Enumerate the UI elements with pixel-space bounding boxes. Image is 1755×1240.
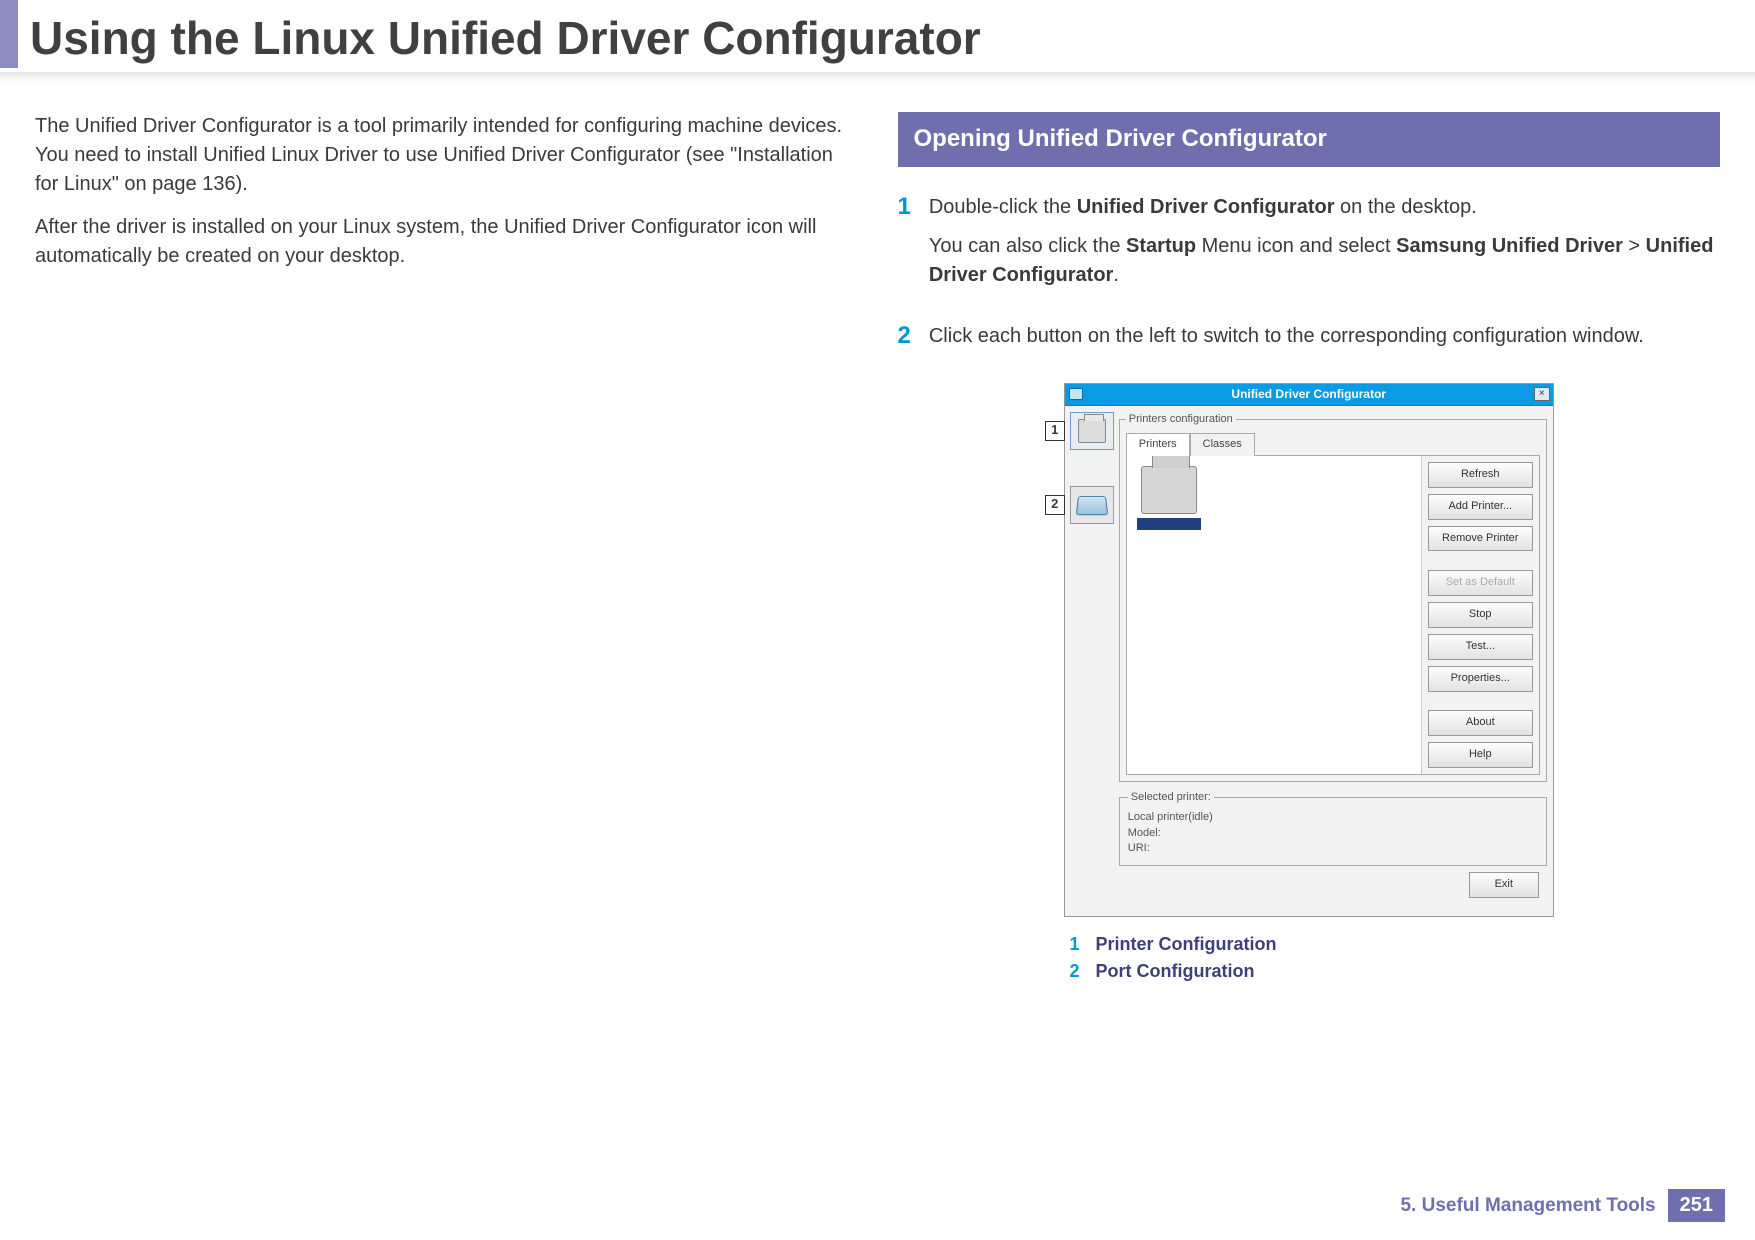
- port-icon: [1075, 496, 1108, 515]
- test-button[interactable]: Test...: [1428, 634, 1533, 660]
- fieldset-legend: Printers configuration: [1126, 412, 1236, 428]
- figure-legend: 1 Printer Configuration 2 Port Configura…: [1070, 931, 1721, 985]
- window-footer: Exit: [1119, 866, 1547, 906]
- page-number: 251: [1668, 1189, 1725, 1222]
- properties-button[interactable]: Properties...: [1428, 666, 1533, 692]
- section-header: Opening Unified Driver Configurator: [898, 112, 1721, 167]
- text: .: [1113, 264, 1119, 286]
- help-button[interactable]: Help: [1428, 742, 1533, 768]
- selected-line-2: Model:: [1128, 826, 1538, 842]
- printer-list[interactable]: [1127, 456, 1421, 774]
- stop-button[interactable]: Stop: [1428, 602, 1533, 628]
- bold-text: Startup: [1126, 235, 1196, 257]
- remove-printer-button[interactable]: Remove Printer: [1428, 526, 1533, 552]
- selected-printer-fieldset: Selected printer: Local printer(idle) Mo…: [1119, 790, 1547, 867]
- text: on the desktop.: [1335, 196, 1477, 218]
- window-title: Unified Driver Configurator: [1065, 386, 1553, 403]
- configurator-window: Unified Driver Configurator × 1 2: [1064, 383, 1554, 918]
- step-number: 1: [898, 193, 911, 300]
- printer-icon: [1078, 419, 1106, 443]
- step-body: Double-click the Unified Driver Configur…: [929, 193, 1720, 300]
- page-footer: 5. Useful Management Tools 251: [1400, 1189, 1725, 1222]
- tabs: Printers Classes: [1126, 432, 1540, 455]
- bold-text: Unified Driver Configurator: [1077, 196, 1335, 218]
- right-column: Opening Unified Driver Configurator 1 Do…: [898, 112, 1721, 985]
- step-1-line-2: You can also click the Startup Menu icon…: [929, 232, 1720, 290]
- header-shadow: [0, 72, 1755, 82]
- text: Menu icon and select: [1196, 235, 1396, 257]
- legend-text: Port Configuration: [1096, 958, 1255, 985]
- button-column: Refresh Add Printer... Remove Printer Se…: [1421, 456, 1539, 774]
- page-header: Using the Linux Unified Driver Configura…: [0, 0, 1755, 68]
- step-body: Click each button on the left to switch …: [929, 322, 1720, 361]
- page-title: Using the Linux Unified Driver Configura…: [18, 3, 981, 65]
- callout-2: 2: [1045, 495, 1065, 515]
- intro-paragraph-2: After the driver is installed on your Li…: [35, 213, 858, 271]
- callout-1: 1: [1045, 421, 1065, 441]
- about-button[interactable]: About: [1428, 710, 1533, 736]
- bold-text: Samsung Unified Driver: [1396, 235, 1623, 257]
- step-1: 1 Double-click the Unified Driver Config…: [898, 193, 1721, 300]
- intro-paragraph-1: The Unified Driver Configurator is a too…: [35, 112, 858, 199]
- legend-row: 1 Printer Configuration: [1070, 931, 1721, 958]
- selected-line-1: Local printer(idle): [1128, 810, 1538, 826]
- printers-pane: Refresh Add Printer... Remove Printer Se…: [1126, 455, 1540, 775]
- tab-printers[interactable]: Printers: [1126, 433, 1190, 456]
- legend-row: 2 Port Configuration: [1070, 958, 1721, 985]
- text: >: [1623, 235, 1646, 257]
- set-default-button[interactable]: Set as Default: [1428, 570, 1533, 596]
- text: Double-click the: [929, 196, 1077, 218]
- chapter-label: 5. Useful Management Tools: [1400, 1195, 1655, 1217]
- printers-config-fieldset: Printers configuration Printers Classes: [1119, 412, 1547, 782]
- legend-number: 2: [1070, 958, 1086, 985]
- step-1-line-1: Double-click the Unified Driver Configur…: [929, 193, 1720, 222]
- selected-line-3: URI:: [1128, 841, 1538, 857]
- step-2-text: Click each button on the left to switch …: [929, 322, 1720, 351]
- exit-button[interactable]: Exit: [1469, 872, 1539, 898]
- step-number: 2: [898, 322, 911, 361]
- legend-number: 1: [1070, 931, 1086, 958]
- figure-container: Unified Driver Configurator × 1 2: [898, 383, 1721, 918]
- text: You can also click the: [929, 235, 1126, 257]
- content-area: The Unified Driver Configurator is a too…: [0, 82, 1755, 985]
- main-area: Printers configuration Printers Classes: [1119, 406, 1553, 911]
- sidebar-printer-button[interactable]: 1: [1070, 412, 1114, 450]
- add-printer-button[interactable]: Add Printer...: [1428, 494, 1533, 520]
- tab-classes[interactable]: Classes: [1190, 433, 1255, 456]
- printer-image-icon: [1141, 466, 1197, 514]
- refresh-button[interactable]: Refresh: [1428, 462, 1533, 488]
- window-body: 1 2 Printers configuration Printers: [1065, 406, 1553, 917]
- sidebar-port-button[interactable]: 2: [1070, 486, 1114, 524]
- selected-printer-legend: Selected printer:: [1128, 790, 1214, 806]
- header-accent: [0, 0, 18, 68]
- left-column: The Unified Driver Configurator is a too…: [35, 112, 858, 985]
- selection-bar: [1137, 518, 1201, 530]
- printer-item[interactable]: [1137, 466, 1201, 530]
- sidebar: 1 2: [1065, 406, 1119, 911]
- step-2: 2 Click each button on the left to switc…: [898, 322, 1721, 361]
- window-titlebar: Unified Driver Configurator ×: [1065, 384, 1553, 406]
- legend-text: Printer Configuration: [1096, 931, 1277, 958]
